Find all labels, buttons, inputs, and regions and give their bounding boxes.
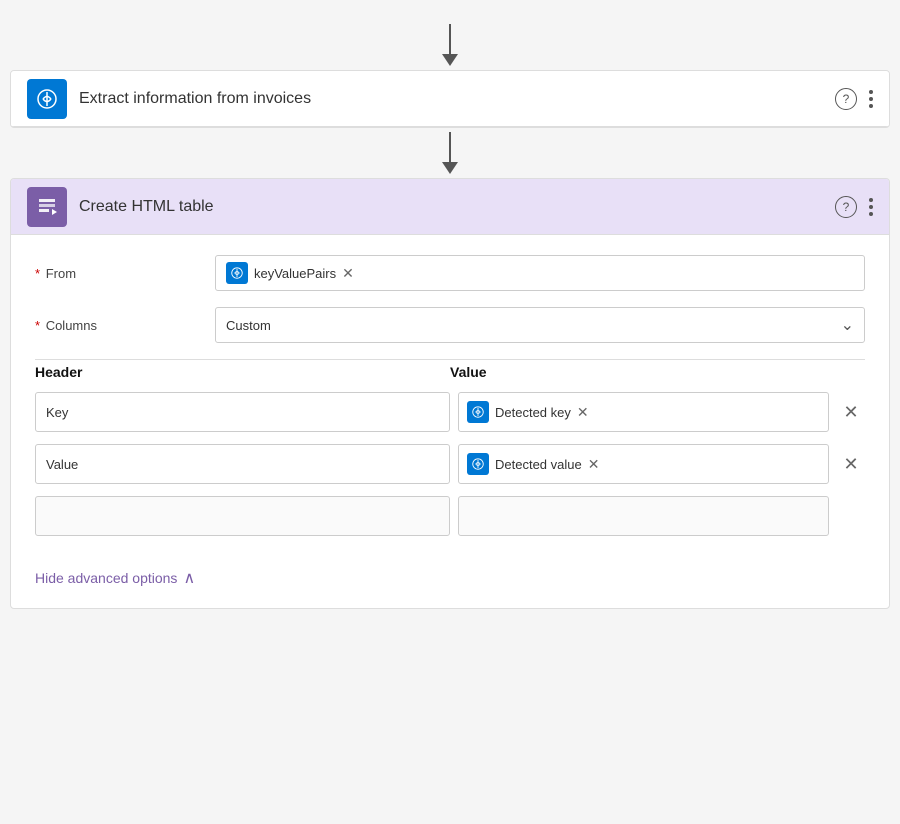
row1-key-text: Key: [46, 405, 68, 420]
from-input[interactable]: keyValuePairs ✕: [215, 255, 865, 291]
header-col-label: Header: [35, 364, 450, 380]
from-token-remove[interactable]: ✕: [342, 266, 354, 280]
arrow-connector-1: [442, 24, 458, 66]
from-token-text: keyValuePairs: [254, 266, 336, 281]
from-label: * From: [35, 266, 215, 281]
columns-section: Header Value Key: [35, 364, 865, 536]
row3-val-cell[interactable]: [458, 496, 829, 536]
row2-val-cell[interactable]: Detected value ✕: [458, 444, 829, 484]
create-html-more-button[interactable]: [869, 198, 873, 216]
create-html-card-icon: [27, 187, 67, 227]
row2-val-text: Detected value: [495, 457, 582, 472]
row2-key-text: Value: [46, 457, 78, 472]
flow-container: Extract information from invoices ?: [10, 10, 890, 609]
divider: [35, 359, 865, 360]
table-row: ✕: [35, 496, 865, 536]
columns-select[interactable]: Custom ⌄: [215, 307, 865, 343]
hide-advanced-label: Hide advanced options: [35, 570, 177, 586]
columns-row: * Columns Custom ⌄: [35, 307, 865, 343]
extract-more-button[interactable]: [869, 90, 873, 108]
create-html-help-button[interactable]: ?: [835, 196, 857, 218]
row1-key-cell[interactable]: Key: [35, 392, 450, 432]
extract-card-title: Extract information from invoices: [79, 90, 835, 108]
row1-val-remove[interactable]: ✕: [577, 405, 589, 419]
create-html-card-header: Create HTML table ?: [11, 179, 889, 235]
row1-delete-button[interactable]: ✕: [837, 398, 865, 426]
row3-key-cell[interactable]: [35, 496, 450, 536]
create-html-card-title: Create HTML table: [79, 198, 835, 216]
extract-card-icon: [27, 79, 67, 119]
row1-val-token-icon: [467, 401, 489, 423]
extract-card-header: Extract information from invoices ?: [11, 71, 889, 127]
extract-card: Extract information from invoices ?: [10, 70, 890, 128]
chevron-down-icon: ⌄: [841, 315, 854, 335]
columns-select-value: Custom: [226, 318, 271, 333]
value-col-label: Value: [450, 364, 487, 380]
create-html-card-actions: ?: [835, 196, 873, 218]
row2-delete-button[interactable]: ✕: [837, 450, 865, 478]
row2-key-cell[interactable]: Value: [35, 444, 450, 484]
token-icon: [226, 262, 248, 284]
extract-card-actions: ?: [835, 88, 873, 110]
from-row: * From keyValuePairs: [35, 255, 865, 291]
create-html-card: Create HTML table ? * From: [10, 178, 890, 609]
chevron-up-icon: ∧: [183, 568, 195, 588]
table-row: Value Detected value ✕: [35, 444, 865, 484]
extract-help-button[interactable]: ?: [835, 88, 857, 110]
row2-val-token-icon: [467, 453, 489, 475]
row1-val-cell[interactable]: Detected key ✕: [458, 392, 829, 432]
hide-advanced-button[interactable]: Hide advanced options ∧: [35, 556, 865, 588]
create-html-card-body: * From keyValuePairs: [11, 235, 889, 608]
columns-header: Header Value: [35, 364, 865, 384]
from-token: keyValuePairs ✕: [226, 262, 354, 284]
row1-val-text: Detected key: [495, 405, 571, 420]
arrow-connector-2: [442, 132, 458, 174]
row2-val-remove[interactable]: ✕: [588, 457, 600, 471]
columns-label: * Columns: [35, 318, 215, 333]
table-row: Key Detected key ✕: [35, 392, 865, 432]
